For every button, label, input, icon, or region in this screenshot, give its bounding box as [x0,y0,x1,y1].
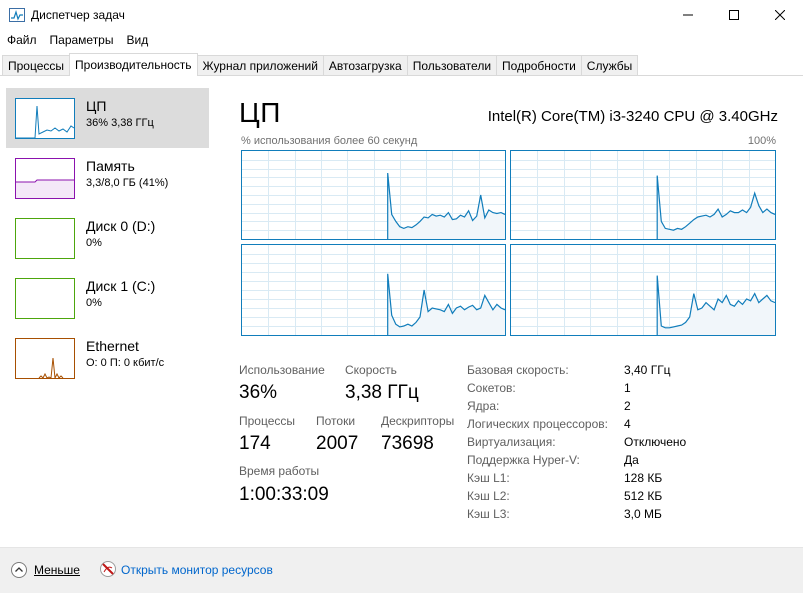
detail-virtualization-value: Отключено [624,435,687,449]
graph-max-label: 100% [747,135,776,147]
fewer-details-link[interactable]: Меньше [34,563,80,577]
title-bar: Диспетчер задач [0,0,803,30]
tab-details[interactable]: Подробности [496,55,582,76]
cpu-graph-1-svg [511,151,775,239]
sidebar-item-cpu-title: ЦП [86,98,107,114]
detail-base-speed-value: 3,40 ГГц [624,363,671,377]
detail-l3-value: 3,0 МБ [624,507,662,521]
sidebar-item-ethernet-title: Ethernet [86,338,139,354]
sidebar-item-memory[interactable]: Память 3,3/8,0 ГБ (41%) [6,148,209,208]
close-icon [775,10,785,20]
window-title: Диспетчер задач [31,8,125,22]
tab-app-history[interactable]: Журнал приложений [196,55,324,76]
usage-value: 36% [239,382,278,403]
speed-label: Скорость [345,363,397,377]
detail-hyperv-label: Поддержка Hyper-V: [467,453,580,467]
sidebar-item-disk1-sub: 0% [86,297,102,309]
sidebar-item-disk1[interactable]: Диск 1 (C:) 0% [6,268,209,328]
close-button[interactable] [757,0,803,30]
detail-cores-value: 2 [624,399,631,413]
sidebar-item-disk0-title: Диск 0 (D:) [86,218,156,234]
cpu-model-name: Intel(R) Core(TM) i3-3240 CPU @ 3.40GHz [487,108,778,125]
detail-l1-label: Кэш L1: [467,471,510,485]
sidebar-item-disk0-sub: 0% [86,237,102,249]
uptime-value: 1:00:33:09 [239,484,329,505]
page-title: ЦП [239,97,281,128]
maximize-icon [729,10,739,20]
detail-logical-value: 4 [624,417,631,431]
detail-l1-value: 128 КБ [624,471,663,485]
sidebar-item-cpu[interactable]: ЦП 36% 3,38 ГГц [6,88,209,148]
sidebar-item-disk1-title: Диск 1 (C:) [86,278,156,294]
resource-monitor-icon[interactable] [99,560,117,578]
detail-l2-label: Кэш L2: [467,489,510,503]
sidebar-item-ethernet-sub: О: 0 П: 0 кбит/с [86,357,165,369]
tab-performance[interactable]: Производительность [69,53,198,76]
detail-l2-value: 512 КБ [624,489,663,503]
tab-services[interactable]: Службы [580,55,639,76]
sidebar-item-memory-sub: 3,3/8,0 ГБ (41%) [86,177,169,189]
tab-strip: Процессы Производительность Журнал прило… [2,53,639,76]
cpu-graph-3-svg [511,245,775,335]
sidebar-item-cpu-sub: 36% 3,38 ГГц [86,117,154,129]
minimize-button[interactable] [665,0,711,30]
processes-label: Процессы [239,414,296,428]
footer-bar: Меньше Открыть монитор ресурсов [0,547,803,593]
sidebar-item-ethernet[interactable]: Ethernet О: 0 П: 0 кбит/с [6,328,209,388]
threads-value: 2007 [316,433,359,454]
handles-value: 73698 [381,433,434,454]
detail-cores-label: Ядра: [467,399,500,413]
ethernet-thumbnail-graph [15,338,75,379]
menu-bar: Файл Параметры Вид [0,31,154,51]
usage-label: Использование [239,363,325,377]
cpu-graph-2-svg [242,245,505,335]
memory-thumbnail-graph [15,158,75,199]
graph-caption: % использования более 60 секунд [241,135,418,147]
threads-label: Потоки [316,414,356,428]
menu-file[interactable]: Файл [0,31,43,51]
sidebar-item-memory-title: Память [86,158,135,174]
cpu-thumbnail-graph [15,98,75,139]
cpu-graph-0-svg [242,151,505,239]
detail-logical-label: Логических процессоров: [467,417,608,431]
logical-processor-graph-2 [241,244,506,336]
task-manager-icon [9,8,25,22]
detail-sockets-label: Сокетов: [467,381,516,395]
tab-startup[interactable]: Автозагрузка [322,55,408,76]
maximize-button[interactable] [711,0,757,30]
processes-value: 174 [239,433,271,454]
minimize-icon [683,14,693,16]
detail-base-speed-label: Базовая скорость: [467,363,569,377]
detail-virtualization-label: Виртуализация: [467,435,556,449]
detail-l3-label: Кэш L3: [467,507,510,521]
disk1-thumbnail-graph [15,278,75,319]
handles-label: Дескрипторы [381,414,455,428]
detail-hyperv-value: Да [624,453,639,467]
menu-options[interactable]: Параметры [43,31,120,51]
logical-processor-graph-3 [510,244,776,336]
chevron-up-icon[interactable] [11,562,27,578]
detail-sockets-value: 1 [624,381,631,395]
disk0-thumbnail-graph [15,218,75,259]
logical-processor-graph-0 [241,150,506,240]
uptime-label: Время работы [239,464,320,478]
cpu-usage-area [387,173,505,239]
tab-processes[interactable]: Процессы [2,55,71,76]
open-resource-monitor-link[interactable]: Открыть монитор ресурсов [121,563,273,577]
menu-view[interactable]: Вид [119,31,154,51]
speed-value: 3,38 ГГц [345,382,419,403]
sidebar-item-disk0[interactable]: Диск 0 (D:) 0% [6,208,209,268]
logical-processor-graph-1 [510,150,776,240]
tab-users[interactable]: Пользователи [406,55,498,76]
